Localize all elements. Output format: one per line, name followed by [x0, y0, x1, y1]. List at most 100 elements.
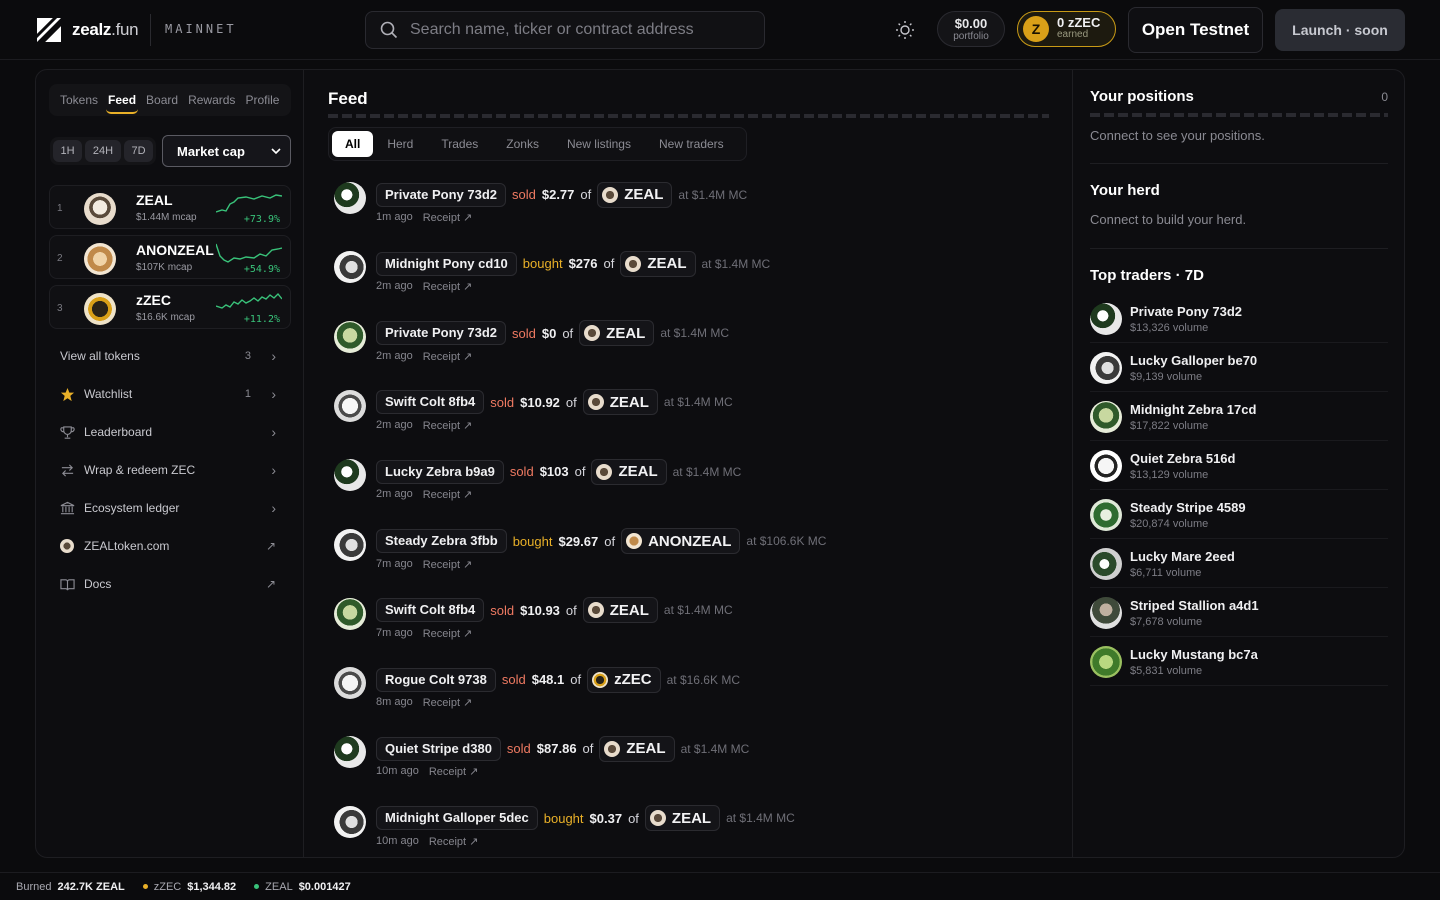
- token-row[interactable]: 2 ANONZEAL $107K mcap +54.9%: [49, 235, 291, 279]
- receipt-link[interactable]: Receipt ↗: [423, 627, 473, 640]
- feed-tab-new-listings[interactable]: New listings: [553, 131, 645, 157]
- nav-ecosystem-ledger[interactable]: Ecosystem ledger ›: [49, 493, 291, 523]
- search-input[interactable]: [410, 21, 740, 39]
- open-testnet-button[interactable]: Open Testnet: [1128, 7, 1263, 53]
- nav-label: Ecosystem ledger: [84, 501, 180, 515]
- top-trader-row[interactable]: Quiet Zebra 516d $13,129 volume: [1090, 441, 1388, 490]
- timeframe-1h[interactable]: 1H: [53, 140, 82, 162]
- top-trader-row[interactable]: Lucky Mustang bc7a $5,831 volume: [1090, 637, 1388, 686]
- dot-icon: [254, 884, 260, 889]
- trader-avatar[interactable]: [334, 251, 366, 284]
- receipt-link[interactable]: Receipt ↗: [423, 558, 473, 571]
- receipt-link[interactable]: Receipt ↗: [423, 696, 473, 709]
- trader-name-pill[interactable]: Steady Zebra 3fbb: [376, 529, 507, 553]
- top-trader-row[interactable]: Lucky Galloper be70 $9,139 volume: [1090, 343, 1388, 392]
- receipt-link[interactable]: Receipt ↗: [429, 835, 479, 848]
- feed-item[interactable]: Rogue Colt 9738 sold $48.1 of zZEC at $1…: [334, 666, 1034, 727]
- trader-name-pill[interactable]: Midnight Pony cd10: [376, 251, 517, 276]
- feed-item[interactable]: Steady Zebra 3fbb bought $29.67 of ANONZ…: [334, 528, 1034, 589]
- top-trader-row[interactable]: Midnight Zebra 17cd $17,822 volume: [1090, 392, 1388, 441]
- trader-name-pill[interactable]: Quiet Stripe d380: [376, 736, 501, 761]
- token-icon: [592, 671, 609, 688]
- feed-item[interactable]: Midnight Pony cd10 bought $276 of ZEAL a…: [334, 250, 1034, 311]
- token-pill[interactable]: ANONZEAL: [621, 528, 741, 554]
- trader-avatar[interactable]: [334, 320, 366, 353]
- trader-name-pill[interactable]: Private Pony 73d2: [376, 321, 506, 346]
- trader-avatar[interactable]: [334, 805, 366, 838]
- token-pill[interactable]: ZEAL: [591, 458, 667, 485]
- feed-item[interactable]: Swift Colt 8fb4 sold $10.93 of ZEAL at $…: [334, 597, 1034, 658]
- trader-name-pill[interactable]: Lucky Zebra b9a9: [376, 459, 504, 484]
- nav-view-all-tokens[interactable]: View all tokens 3 ›: [49, 341, 291, 371]
- trader-name-pill[interactable]: Rogue Colt 9738: [376, 667, 496, 692]
- trader-avatar[interactable]: [334, 459, 366, 492]
- receipt-link[interactable]: Receipt ↗: [423, 488, 473, 501]
- feed-tab-all[interactable]: All: [332, 131, 374, 157]
- nav-watchlist[interactable]: Watchlist 1 ›: [49, 379, 291, 409]
- feed-item[interactable]: Lucky Zebra b9a9 sold $103 of ZEAL at $1…: [334, 458, 1034, 519]
- launch-button[interactable]: Launch · soon: [1275, 9, 1405, 51]
- sort-select[interactable]: Market cap: [162, 135, 291, 167]
- token-pill[interactable]: zZEC: [587, 666, 661, 693]
- tab-profile[interactable]: Profile: [240, 84, 284, 116]
- trader-avatar[interactable]: [334, 528, 366, 561]
- trader-avatar[interactable]: [334, 389, 366, 422]
- token-row[interactable]: 3 zZEC $16.6K mcap +11.2%: [49, 285, 291, 329]
- search-bar[interactable]: [365, 11, 765, 49]
- feed-item[interactable]: Private Pony 73d2 sold $2.77 of ZEAL at …: [334, 181, 1034, 242]
- feed-tab-new-traders[interactable]: New traders: [645, 131, 738, 157]
- token-row[interactable]: 1 ZEAL $1.44M mcap +73.9%: [49, 185, 291, 229]
- feed-item[interactable]: Swift Colt 8fb4 sold $10.92 of ZEAL at $…: [334, 389, 1034, 450]
- token-pill[interactable]: ZEAL: [582, 597, 658, 624]
- trader-name-pill[interactable]: Midnight Galloper 5dec: [376, 806, 538, 831]
- trader-avatar[interactable]: [334, 667, 366, 700]
- tab-rewards[interactable]: Rewards: [183, 84, 240, 116]
- nav-zealtoken-link[interactable]: ZEALtoken.com ↗: [49, 531, 291, 561]
- trader-name-pill[interactable]: Private Pony 73d2: [376, 182, 506, 207]
- feed-item[interactable]: Quiet Stripe d380 sold $87.86 of ZEAL at…: [334, 735, 1034, 796]
- trader-name-pill[interactable]: Swift Colt 8fb4: [376, 598, 485, 623]
- top-trader-row[interactable]: Private Pony 73d2 $13,326 volume: [1090, 294, 1388, 343]
- receipt-link[interactable]: Receipt ↗: [423, 211, 473, 224]
- trader-avatar[interactable]: [334, 597, 366, 630]
- feed-tab-trades[interactable]: Trades: [427, 131, 492, 157]
- tab-feed[interactable]: Feed: [103, 84, 141, 116]
- logo[interactable]: zealz.fun: [34, 15, 139, 45]
- nav-leaderboard[interactable]: Leaderboard ›: [49, 417, 291, 447]
- receipt-link[interactable]: Receipt ↗: [429, 765, 479, 778]
- token-pill[interactable]: ZEAL: [599, 735, 675, 762]
- feed-tab-zonks[interactable]: Zonks: [492, 131, 553, 157]
- top-trader-row[interactable]: Lucky Mare 2eed $6,711 volume: [1090, 539, 1388, 588]
- token-pill[interactable]: ZEAL: [579, 320, 655, 347]
- earned-button[interactable]: Z 0 zZEC earned: [1017, 11, 1116, 47]
- token-pill[interactable]: ZEAL: [597, 181, 673, 208]
- trader-avatar[interactable]: [334, 736, 366, 769]
- tab-board[interactable]: Board: [141, 84, 183, 116]
- feed-tab-herd[interactable]: Herd: [373, 131, 427, 157]
- divider: [1090, 163, 1388, 164]
- receipt-link[interactable]: Receipt ↗: [423, 419, 473, 432]
- timeframe-7d[interactable]: 7D: [124, 140, 153, 162]
- ticker-label: Burned: [16, 880, 52, 893]
- nav-wrap-redeem[interactable]: Wrap & redeem ZEC ›: [49, 455, 291, 485]
- receipt-link[interactable]: Receipt ↗: [423, 280, 473, 293]
- token-pill-name: ANONZEAL: [648, 532, 732, 550]
- top-trader-row[interactable]: Striped Stallion a4d1 $7,678 volume: [1090, 588, 1388, 637]
- trade-amount: $29.67: [558, 533, 599, 549]
- theme-toggle-sun-icon[interactable]: [895, 20, 915, 40]
- trader-avatar[interactable]: [334, 182, 366, 214]
- token-pill[interactable]: ZEAL: [620, 250, 696, 277]
- timeframe-24h[interactable]: 24H: [85, 140, 121, 162]
- nav-docs[interactable]: Docs ↗: [49, 569, 291, 599]
- feed-item[interactable]: Midnight Galloper 5dec bought $0.37 of Z…: [334, 805, 1034, 857]
- receipt-link[interactable]: Receipt ↗: [423, 350, 473, 363]
- trader-name-pill[interactable]: Swift Colt 8fb4: [376, 390, 485, 415]
- token-pill[interactable]: ZEAL: [644, 805, 721, 832]
- trade-market-cap: at $106.6K MC: [746, 534, 827, 548]
- tab-tokens[interactable]: Tokens: [55, 84, 103, 116]
- token-pill[interactable]: ZEAL: [582, 389, 658, 416]
- portfolio-button[interactable]: $0.00 portfolio: [937, 11, 1005, 47]
- top-trader-row[interactable]: Steady Stripe 4589 $20,874 volume: [1090, 490, 1388, 539]
- trader-name: Lucky Galloper be70: [1130, 353, 1258, 368]
- feed-item[interactable]: Private Pony 73d2 sold $0 of ZEAL at $1.…: [334, 320, 1034, 381]
